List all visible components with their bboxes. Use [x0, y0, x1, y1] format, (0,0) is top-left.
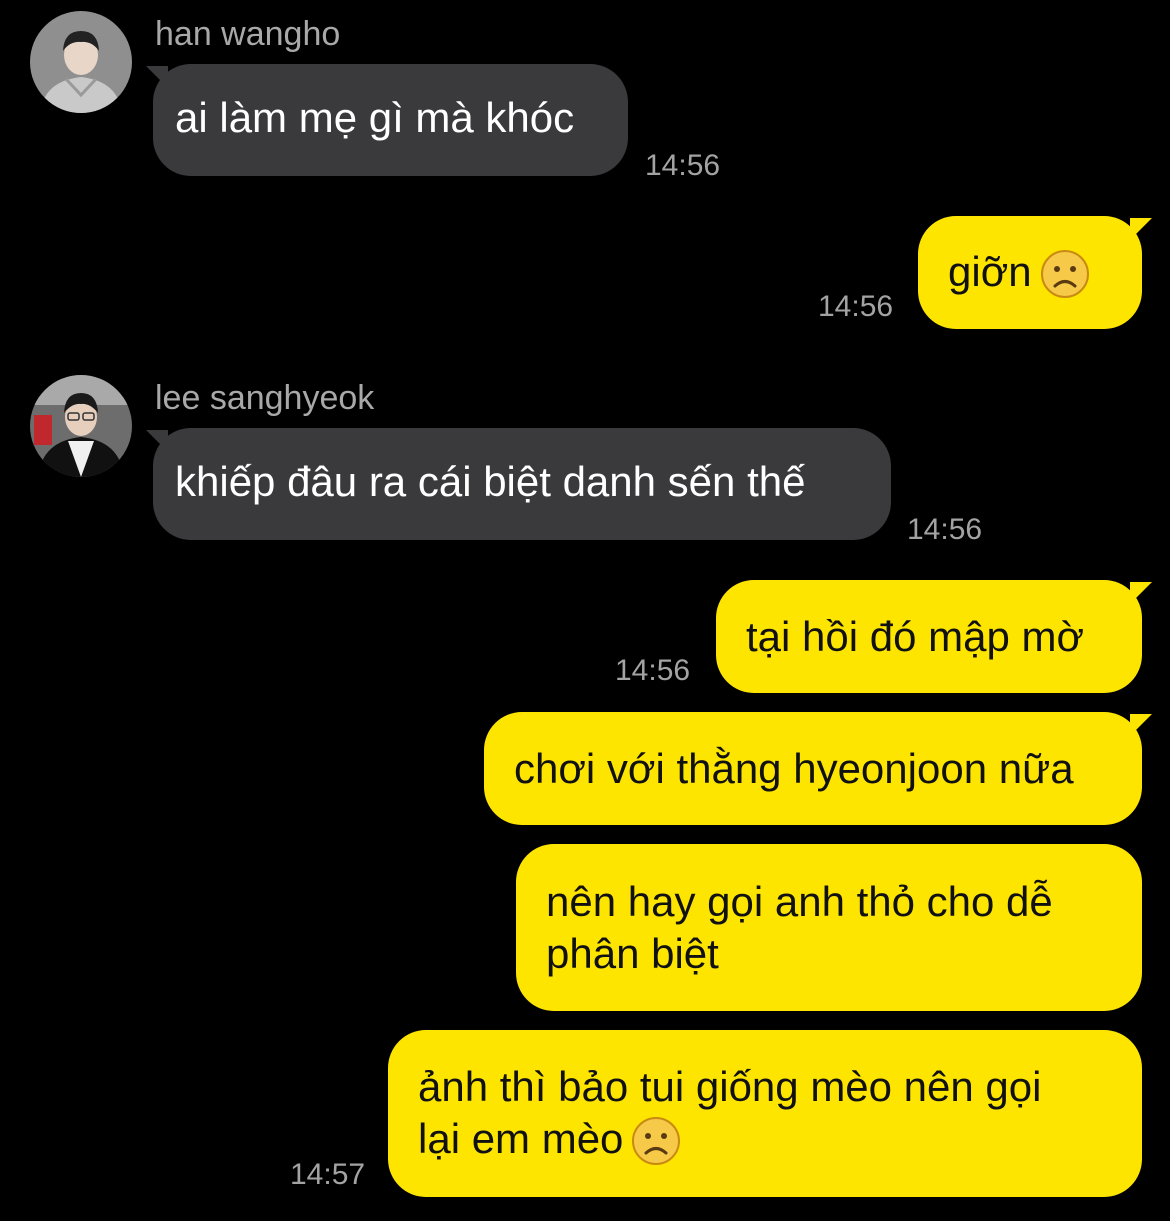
message-text: khiếp đâu ra cái biệt danh sến thế	[175, 458, 806, 505]
message-text-line: nên hay gọi anh thỏ cho dễ	[546, 877, 1053, 925]
message-bubble-incoming[interactable]: khiếp đâu ra cái biệt danh sến thế	[153, 428, 891, 540]
avatar-han-wangho[interactable]	[30, 11, 132, 113]
frowning-face-icon	[1040, 250, 1089, 299]
message-text-row: giỡn	[948, 246, 1112, 300]
message-bubble-outgoing[interactable]: chơi với thằng hyeonjoon nữa	[484, 712, 1142, 825]
sender-name: lee sanghyeok	[155, 379, 375, 417]
message-bubble-outgoing[interactable]: giỡn	[918, 216, 1142, 329]
message-timestamp: 14:56	[615, 654, 691, 687]
message-text: tại hồi đó mập mờ	[746, 612, 1085, 660]
message-timestamp: 14:56	[907, 513, 983, 546]
message-text: chơi với thằng hyeonjoon nữa	[514, 744, 1074, 792]
bubble-tail	[1130, 714, 1152, 736]
message-text-row: lại em mèo	[418, 1113, 1112, 1167]
message-text-line: lại em mèo	[418, 1114, 624, 1162]
frowning-face-icon	[632, 1117, 681, 1166]
message-timestamp: 14:56	[818, 290, 894, 323]
message-text-line: phân biệt	[546, 929, 719, 977]
sender-name: han wangho	[155, 15, 341, 53]
avatar-lee-sanghyeok[interactable]	[30, 375, 132, 477]
bubble-tail	[1130, 218, 1152, 240]
message-bubble-outgoing[interactable]: nên hay gọi anh thỏ cho dễ phân biệt	[516, 844, 1142, 1011]
message-timestamp: 14:56	[645, 149, 721, 182]
message-timestamp: 14:57	[290, 1158, 366, 1191]
message-text: giỡn	[948, 247, 1032, 295]
message-bubble-outgoing[interactable]: ảnh thì bảo tui giống mèo nên gọi lại em…	[388, 1030, 1142, 1197]
bubble-tail	[1130, 582, 1152, 604]
message-bubble-incoming[interactable]: ai làm mẹ gì mà khóc	[153, 64, 628, 176]
message-bubble-outgoing[interactable]: tại hồi đó mập mờ	[716, 580, 1142, 693]
message-text-line: ảnh thì bảo tui giống mèo nên gọi	[418, 1062, 1042, 1110]
message-text: ai làm mẹ gì mà khóc	[175, 94, 575, 141]
